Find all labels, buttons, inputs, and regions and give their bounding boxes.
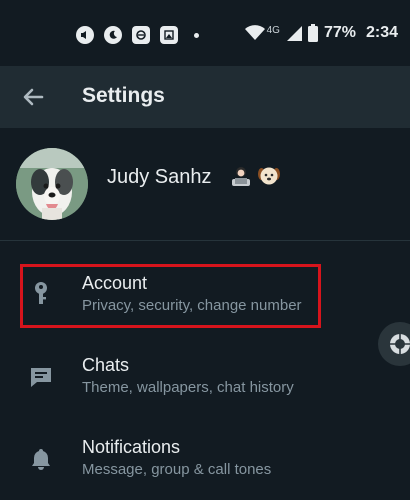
person-with-laptop-icon: [232, 167, 250, 186]
signal-icon: [286, 26, 302, 41]
avatar[interactable]: [16, 148, 88, 220]
dog-photo-image: [16, 148, 88, 220]
arrow-left-icon: [23, 88, 44, 106]
battery-icon: [307, 24, 318, 42]
profile-name: Judy Sanhz: [107, 166, 212, 188]
chat-icon: [31, 368, 51, 387]
status-bar: 4G 77% 2:34: [0, 0, 410, 66]
notification-icons: [76, 26, 199, 44]
app-e-notification-icon: [132, 26, 150, 44]
camera-shutter-icon: [390, 334, 410, 354]
app-bar: Settings: [0, 66, 410, 128]
page-title: Settings: [82, 84, 165, 107]
section-divider: [0, 240, 410, 241]
profile-row[interactable]: Judy Sanhz: [0, 130, 410, 240]
bell-icon: [32, 449, 50, 470]
back-button[interactable]: [20, 84, 46, 110]
network-type-label: 4G: [266, 24, 280, 36]
settings-item-chats[interactable]: Chats Theme, wallpapers, chat history: [0, 340, 410, 418]
highlight-annotation-box: [20, 264, 321, 328]
moon-notification-icon: [104, 26, 122, 44]
settings-item-title: Notifications: [82, 437, 181, 457]
battery-percent: 77%: [323, 24, 356, 41]
dog-face-icon: [258, 167, 280, 185]
wifi-icon: [244, 25, 265, 40]
more-notifications-dot: [194, 32, 199, 38]
status-indicators: 4G 77% 2:34: [244, 24, 398, 42]
clock: 2:34: [365, 24, 398, 41]
image-notification-icon: [160, 26, 178, 44]
settings-item-subtitle: Message, group & call tones: [82, 461, 272, 478]
settings-item-notifications[interactable]: Notifications Message, group & call tone…: [0, 422, 410, 500]
settings-item-title: Chats: [82, 355, 130, 375]
speaker-notification-icon: [76, 26, 94, 44]
settings-item-subtitle: Theme, wallpapers, chat history: [82, 379, 294, 396]
